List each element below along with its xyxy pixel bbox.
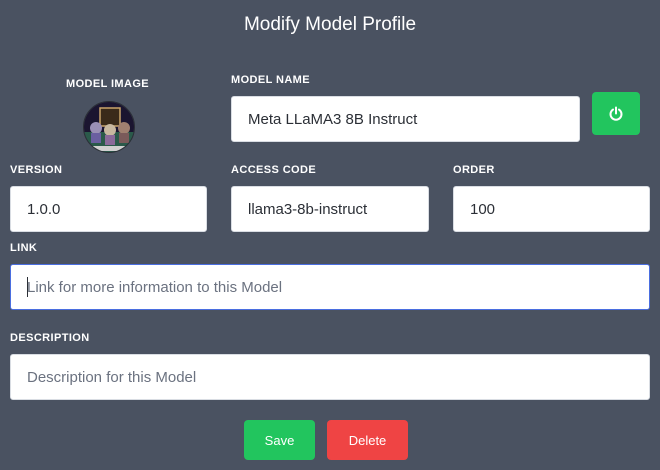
version-label: VERSION [10,164,63,176]
model-image-avatar[interactable] [83,101,135,153]
model-image-picture [84,102,134,152]
dialog-title: Modify Model Profile [243,14,417,35]
description-label: DESCRIPTION [10,332,90,344]
delete-button[interactable]: Delete [327,420,408,460]
link-label: LINK [10,242,38,254]
description-input[interactable] [10,354,650,400]
text-cursor [27,277,28,297]
order-input[interactable] [453,186,650,232]
model-image-label: MODEL IMAGE [66,78,150,90]
access-code-input[interactable] [231,186,429,232]
power-toggle-button[interactable] [592,92,640,135]
save-button[interactable]: Save [244,420,315,460]
model-name-input[interactable] [231,96,580,142]
modify-model-dialog: Modify Model Profile MODEL IMAGE MODEL N… [0,0,660,470]
order-label: ORDER [453,164,495,176]
version-input[interactable] [10,186,207,232]
link-input[interactable] [10,264,650,310]
power-icon [609,106,623,121]
access-code-label: ACCESS CODE [231,164,317,176]
model-name-label: MODEL NAME [231,74,310,86]
